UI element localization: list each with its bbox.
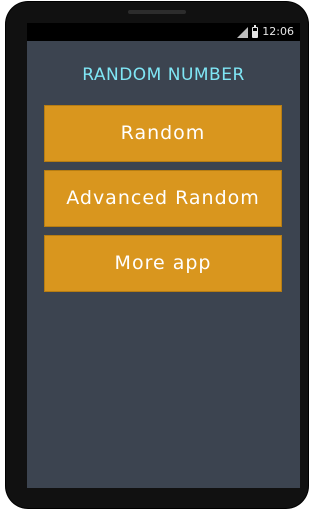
advanced-random-button[interactable]: Advanced Random (44, 170, 282, 227)
status-time: 12:06 (262, 25, 294, 38)
app-screen: 12:06 RANDOM NUMBER Random Advanced Rand… (27, 23, 300, 488)
status-icons: 12:06 (237, 23, 294, 41)
app-title: RANDOM NUMBER (82, 65, 245, 85)
speaker-grille (128, 10, 186, 14)
random-button[interactable]: Random (44, 105, 282, 162)
more-app-button[interactable]: More app (44, 235, 282, 292)
status-bar: 12:06 (27, 23, 300, 41)
signal-icon (237, 26, 249, 38)
phone-frame: 12:06 RANDOM NUMBER Random Advanced Rand… (6, 2, 308, 508)
battery-charging-icon (252, 24, 259, 38)
